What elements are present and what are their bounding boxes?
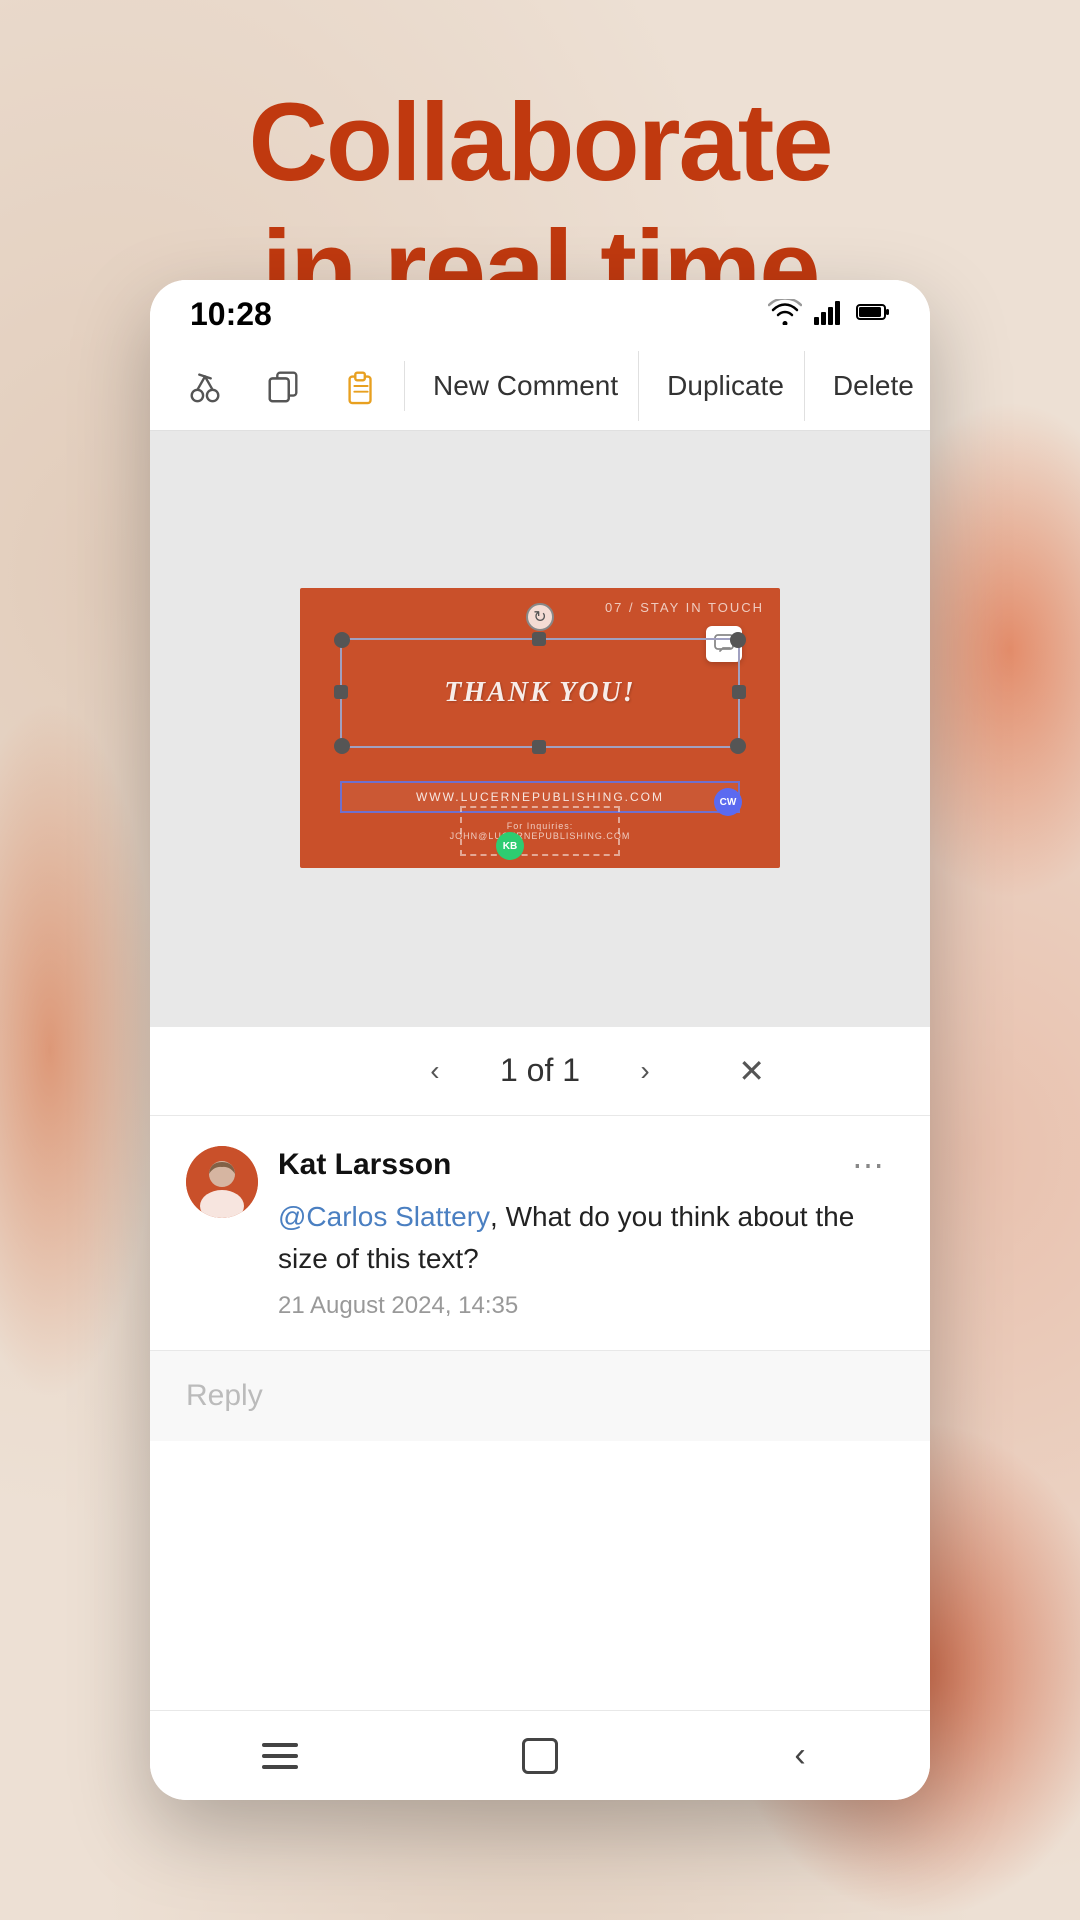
toolbar-divider-1 bbox=[404, 361, 405, 411]
handle-mid-left[interactable] bbox=[334, 685, 348, 699]
close-pagination-button[interactable]: ✕ bbox=[738, 1052, 765, 1090]
heading-line1: Collaborate bbox=[0, 80, 1080, 207]
nav-menu-button[interactable] bbox=[240, 1726, 320, 1786]
delete-button[interactable]: Delete bbox=[813, 351, 930, 421]
slide-label: 07 / STAY IN TOUCH bbox=[605, 600, 764, 615]
comment-mention[interactable]: @Carlos Slattery bbox=[278, 1201, 490, 1232]
selected-element[interactable]: ↻ THANK YOU! bbox=[340, 638, 740, 748]
paste-button[interactable] bbox=[326, 351, 396, 421]
nav-line-2 bbox=[262, 1754, 298, 1758]
small-element[interactable]: For Inquiries: JOHN@LUCERNEPUBLISHING.CO… bbox=[460, 806, 620, 856]
comment-item: Kat Larsson ⋯ @Carlos Slattery, What do … bbox=[150, 1116, 930, 1350]
comment-section: Kat Larsson ⋯ @Carlos Slattery, What do … bbox=[150, 1116, 930, 1711]
comment-body: Kat Larsson ⋯ @Carlos Slattery, What do … bbox=[278, 1146, 894, 1320]
nav-back-arrow-icon: ‹ bbox=[794, 1736, 805, 1775]
battery-icon bbox=[856, 302, 890, 327]
nav-lines-icon bbox=[262, 1743, 298, 1769]
handle-mid-right[interactable] bbox=[732, 685, 746, 699]
new-comment-button[interactable]: New Comment bbox=[413, 351, 639, 421]
prev-page-button[interactable]: ‹ bbox=[410, 1046, 460, 1096]
comment-menu-button[interactable]: ⋯ bbox=[842, 1146, 894, 1184]
signal-icon bbox=[814, 299, 844, 330]
duplicate-button[interactable]: Duplicate bbox=[647, 351, 805, 421]
comment-avatar bbox=[186, 1146, 258, 1218]
handle-bot-left[interactable] bbox=[334, 738, 350, 754]
toolbar: New Comment Duplicate Delete bbox=[150, 341, 930, 431]
handle-top-center[interactable] bbox=[532, 632, 546, 646]
handle-bot-center[interactable] bbox=[532, 740, 546, 754]
canvas-area: 07 / STAY IN TOUCH ↻ bbox=[150, 431, 930, 1026]
url-text: WWW.LUCERNEPUBLISHING.COM bbox=[416, 790, 664, 804]
status-time: 10:28 bbox=[190, 296, 272, 333]
nav-square-icon bbox=[522, 1738, 558, 1774]
nav-home-button[interactable] bbox=[500, 1726, 580, 1786]
comment-text: @Carlos Slattery, What do you think abou… bbox=[278, 1196, 894, 1280]
status-icons bbox=[768, 299, 890, 330]
next-page-button[interactable]: › bbox=[620, 1046, 670, 1096]
nav-line-3 bbox=[262, 1765, 298, 1769]
comment-timestamp: 21 August 2024, 14:35 bbox=[278, 1292, 894, 1320]
comment-author: Kat Larsson bbox=[278, 1148, 451, 1182]
phone-mockup: 10:28 bbox=[150, 280, 930, 1800]
cut-button[interactable] bbox=[170, 351, 240, 421]
handle-top-right[interactable] bbox=[730, 632, 746, 648]
nav-bar: ‹ bbox=[150, 1710, 930, 1800]
rotate-handle[interactable]: ↻ bbox=[526, 603, 554, 631]
small-text-line1: For Inquiries: bbox=[507, 821, 574, 831]
reply-input[interactable]: Reply bbox=[186, 1379, 894, 1413]
copy-button[interactable] bbox=[248, 351, 318, 421]
wifi-icon bbox=[768, 299, 802, 330]
pagination-bar: ‹ 1 of 1 › ✕ bbox=[150, 1026, 930, 1116]
reply-bar[interactable]: Reply bbox=[150, 1350, 930, 1441]
handle-bot-right[interactable] bbox=[730, 738, 746, 754]
slide-content: 07 / STAY IN TOUCH ↻ bbox=[300, 588, 780, 868]
pagination-display: 1 of 1 bbox=[500, 1052, 580, 1089]
thank-you-text: THANK YOU! bbox=[348, 646, 732, 740]
nav-back-button[interactable]: ‹ bbox=[760, 1726, 840, 1786]
nav-line-1 bbox=[262, 1743, 298, 1747]
comment-header: Kat Larsson ⋯ bbox=[278, 1146, 894, 1184]
small-text-line2: JOHN@LUCERNEPUBLISHING.COM bbox=[450, 831, 631, 841]
status-bar: 10:28 bbox=[150, 280, 930, 341]
